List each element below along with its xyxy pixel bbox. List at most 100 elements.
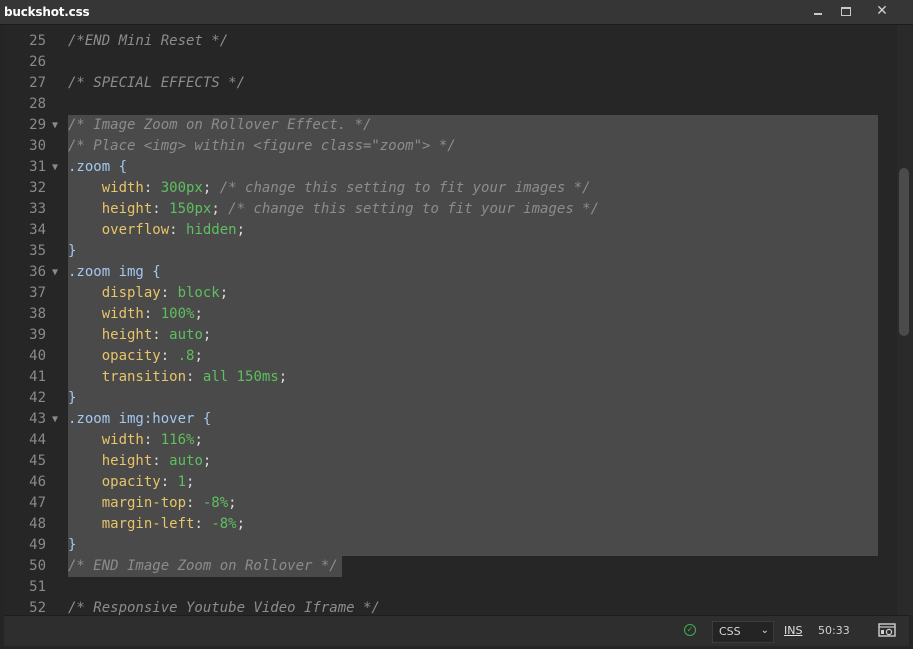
code-token: width	[68, 306, 144, 322]
code-token: .8	[177, 348, 195, 364]
code-token: :	[186, 369, 203, 385]
code-line[interactable]: 44 width: 116%;	[4, 430, 897, 451]
scrollbar-thumb[interactable]	[899, 168, 909, 336]
code-text: width: 116%;	[68, 430, 203, 451]
code-line[interactable]: 49}	[4, 535, 897, 556]
line-number: 25	[29, 33, 46, 49]
code-token: -8%	[202, 495, 229, 511]
code-token: /* Place <img> within <figure class="zoo…	[68, 138, 456, 154]
selection-highlight	[68, 157, 878, 178]
code-token: 116%	[160, 432, 195, 448]
code-text: .zoom img {	[68, 262, 161, 283]
check-circle-icon[interactable]: ✓	[684, 624, 696, 636]
code-line[interactable]: 25 /*END Mini Reset */	[4, 31, 897, 52]
code-line[interactable]: 35}	[4, 241, 897, 262]
code-line[interactable]: 51	[4, 577, 897, 598]
title-bar: buckshot.css ✕	[0, 0, 913, 25]
code-text: display: block;	[68, 283, 228, 304]
code-line[interactable]: 46 opacity: 1;	[4, 472, 897, 493]
code-line[interactable]: 37 display: block;	[4, 283, 897, 304]
line-number: 26	[29, 54, 46, 70]
code-line[interactable]: 38 width: 100%;	[4, 304, 897, 325]
live-preview-icon[interactable]	[878, 622, 896, 638]
code-line[interactable]: 48 margin-left: -8%;	[4, 514, 897, 535]
code-line[interactable]: 50 /* END Image Zoom on Rollover */	[4, 556, 897, 577]
code-text: /* Responsive Youtube Video Iframe */	[68, 598, 380, 615]
code-line[interactable]: 28	[4, 94, 897, 115]
code-line[interactable]: 27 /* SPECIAL EFFECTS */	[4, 73, 897, 94]
code-line[interactable]: 36 ▼ .zoom img {	[4, 262, 897, 283]
code-line[interactable]: 43 ▼ .zoom img:hover {	[4, 409, 897, 430]
code-token: ;	[202, 180, 220, 196]
code-token: ;	[236, 516, 246, 532]
line-number: 52	[29, 600, 46, 615]
fold-toggle-icon[interactable]: ▼	[52, 262, 58, 283]
code-text: height: 150px; /* change this setting to…	[68, 199, 599, 220]
code-line[interactable]: 29 ▼ /* Image Zoom on Rollover Effect. */	[4, 115, 897, 136]
line-number: 33	[29, 201, 46, 217]
code-text: transition: all 150ms;	[68, 367, 287, 388]
line-number: 51	[29, 579, 46, 595]
insert-mode-toggle[interactable]: INS	[784, 624, 802, 637]
code-token: .zoom img	[68, 264, 144, 280]
code-text: }	[68, 535, 76, 556]
code-line[interactable]: 31 ▼ .zoom {	[4, 157, 897, 178]
code-token: width	[68, 180, 144, 196]
line-number: 44	[29, 432, 46, 448]
code-token: ;	[278, 369, 288, 385]
code-text: /* SPECIAL EFFECTS */	[68, 73, 245, 94]
code-token: :	[152, 453, 170, 469]
code-line[interactable]: 33 height: 150px; /* change this setting…	[4, 199, 897, 220]
code-line[interactable]: 26	[4, 52, 897, 73]
code-text: height: auto;	[68, 451, 212, 472]
code-token: {	[110, 159, 128, 175]
fold-toggle-icon[interactable]: ▼	[52, 115, 58, 136]
code-line[interactable]: 45 height: auto;	[4, 451, 897, 472]
line-number: 47	[29, 495, 46, 511]
code-token: :	[152, 201, 170, 217]
line-number: 42	[29, 390, 46, 406]
code-token: :	[160, 285, 178, 301]
line-number: 50	[29, 558, 46, 574]
code-token: ;	[186, 474, 195, 490]
code-text: }	[68, 388, 76, 409]
code-line[interactable]: 32 width: 300px; /* change this setting …	[4, 178, 897, 199]
language-select[interactable]: CSS ⌄	[712, 621, 774, 643]
line-number: 30	[29, 138, 46, 154]
code-token: {	[194, 411, 212, 427]
selection-highlight	[68, 262, 878, 283]
minimize-button[interactable]	[803, 0, 833, 22]
code-editor[interactable]: 25 /*END Mini Reset */ 26 27 /* SPECIAL EFFE…	[4, 25, 897, 615]
code-line[interactable]: 42}	[4, 388, 897, 409]
code-token: 100%	[160, 306, 195, 322]
line-number: 40	[29, 348, 46, 364]
code-text: opacity: 1;	[68, 472, 195, 493]
code-text: }	[68, 241, 76, 262]
maximize-button[interactable]	[831, 0, 861, 22]
code-token: .zoom	[68, 159, 111, 175]
close-button[interactable]: ✕	[864, 0, 900, 22]
line-number: 38	[29, 306, 46, 322]
line-number: 49	[29, 537, 46, 553]
code-line[interactable]: 47 margin-top: -8%;	[4, 493, 897, 514]
code-token: hidden	[186, 222, 237, 238]
line-number: 48	[29, 516, 46, 532]
fold-toggle-icon[interactable]: ▼	[52, 409, 58, 430]
code-line[interactable]: 30 /* Place <img> within <figure class="z…	[4, 136, 897, 157]
code-token: /*END Mini Reset */	[68, 33, 229, 49]
selection-highlight	[68, 241, 878, 262]
code-line[interactable]: 34 overflow: hidden;	[4, 220, 897, 241]
code-token: overflow	[68, 222, 170, 238]
selection-highlight	[68, 535, 878, 556]
code-line[interactable]: 40 opacity: .8;	[4, 346, 897, 367]
code-line[interactable]: 41 transition: all 150ms;	[4, 367, 897, 388]
code-text: /* Image Zoom on Rollover Effect. */	[68, 115, 371, 136]
code-token: 1	[177, 474, 187, 490]
minimize-icon	[814, 13, 822, 15]
code-line[interactable]: 52 /* Responsive Youtube Video Iframe */	[4, 598, 897, 615]
code-token: 150px	[169, 201, 212, 217]
code-token: opacity	[68, 348, 161, 364]
code-line[interactable]: 39 height: auto;	[4, 325, 897, 346]
fold-toggle-icon[interactable]: ▼	[52, 157, 58, 178]
code-token: all 150ms	[202, 369, 279, 385]
